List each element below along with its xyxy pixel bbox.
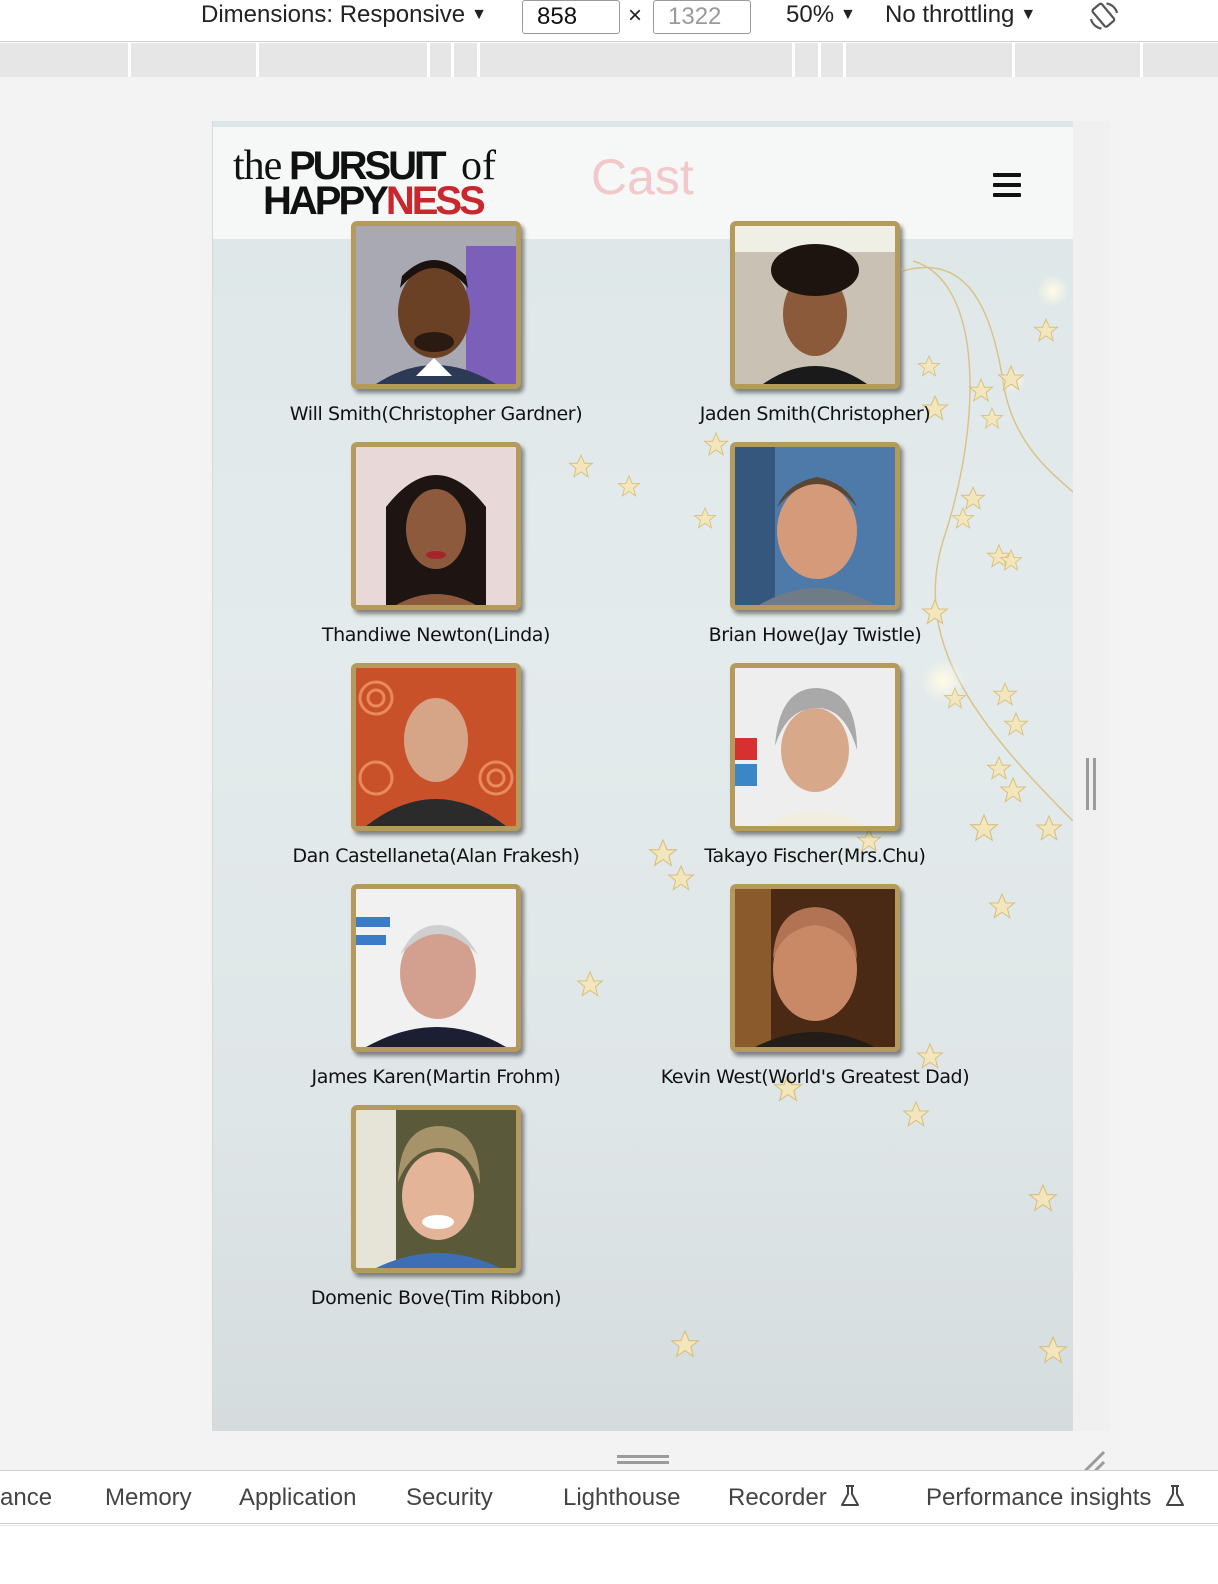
- cast-card[interactable]: Thandiwe Newton(Linda): [246, 442, 626, 646]
- cast-photo: [730, 221, 900, 389]
- tab-application[interactable]: Application: [239, 1471, 356, 1525]
- cast-photo: [351, 442, 521, 610]
- cast-name: Domenic Bove(Tim Ribbon): [310, 1287, 562, 1309]
- logo-happy: HAPPY: [263, 179, 389, 223]
- cast-photo: [351, 884, 521, 1052]
- cast-name: Kevin West(World's Greatest Dad): [660, 1066, 970, 1088]
- cast-name: James Karen(Martin Frohm): [311, 1066, 561, 1088]
- rotate-icon[interactable]: [1088, 0, 1120, 32]
- throttling-label: No throttling: [885, 1, 1015, 28]
- tab-recorder[interactable]: Recorder: [728, 1471, 861, 1525]
- cast-name: Dan Castellaneta(Alan Frakesh): [292, 845, 580, 867]
- dimensions-dropdown[interactable]: Dimensions: Responsive ▼: [201, 0, 487, 32]
- cast-photo: [351, 221, 521, 389]
- site-logo[interactable]: the PURSUIT of HAPPYNESS: [233, 143, 523, 223]
- throttling-dropdown[interactable]: No throttling ▼: [885, 0, 1036, 32]
- tab-performance[interactable]: ance: [0, 1471, 52, 1525]
- logo-happyness: HAPPYNESS: [263, 179, 486, 223]
- devtools-tabs: ance Memory Application Security Lightho…: [0, 1470, 1218, 1524]
- tab-lighthouse[interactable]: Lighthouse: [563, 1471, 680, 1525]
- cast-photo: [730, 884, 900, 1052]
- tab-security[interactable]: Security: [406, 1471, 493, 1525]
- experimental-flask-icon: [1166, 1485, 1185, 1506]
- times-sign: ×: [628, 2, 643, 29]
- bottom-resize-handle[interactable]: [617, 1455, 669, 1464]
- cast-photo: [351, 663, 521, 831]
- tab-memory[interactable]: Memory: [105, 1471, 192, 1525]
- cast-card[interactable]: Takayo Fischer(Mrs.Chu): [625, 663, 1005, 867]
- cast-name: Brian Howe(Jay Twistle): [708, 624, 922, 646]
- cast-card[interactable]: Brian Howe(Jay Twistle): [625, 442, 1005, 646]
- cast-card[interactable]: Dan Castellaneta(Alan Frakesh): [246, 663, 626, 867]
- experimental-flask-icon: [841, 1485, 860, 1506]
- right-resize-handle[interactable]: [1086, 758, 1096, 810]
- tab-recorder-label: Recorder: [728, 1484, 827, 1511]
- emulated-page: the PURSUIT of HAPPYNESS Cast Will Smith…: [212, 121, 1073, 1431]
- dimensions-label: Dimensions: Responsive: [201, 1, 466, 28]
- width-input[interactable]: 858: [522, 0, 620, 34]
- media-query-bar[interactable]: [0, 43, 1218, 77]
- tab-performance-insights-label: Performance insights: [926, 1484, 1152, 1511]
- cast-photo: [730, 442, 900, 610]
- cast-card[interactable]: Jaden Smith(Christopher): [625, 221, 1005, 425]
- cast-card[interactable]: Will Smith(Christopher Gardner): [246, 221, 626, 425]
- caret-down-icon: ▼: [1020, 6, 1037, 23]
- page-title: Cast: [591, 149, 694, 205]
- logo-ness: NESS: [385, 179, 486, 223]
- cast-name: Jaden Smith(Christopher): [699, 403, 931, 425]
- caret-down-icon: ▼: [840, 6, 856, 23]
- tab-performance-insights[interactable]: Performance insights: [926, 1471, 1186, 1525]
- height-input[interactable]: 1322: [653, 0, 751, 34]
- caret-down-icon: ▼: [471, 6, 487, 23]
- cast-card[interactable]: Kevin West(World's Greatest Dad): [625, 884, 1005, 1088]
- cast-name: Takayo Fischer(Mrs.Chu): [704, 845, 926, 867]
- device-toolbar: Dimensions: Responsive ▼ 858 × 1322 50% ▼ …: [0, 0, 1218, 42]
- cast-card[interactable]: James Karen(Martin Frohm): [246, 884, 626, 1088]
- zoom-label: 50%: [786, 1, 835, 28]
- cast-photo: [730, 663, 900, 831]
- cast-card[interactable]: Domenic Bove(Tim Ribbon): [246, 1105, 626, 1309]
- cast-name: Will Smith(Christopher Gardner): [289, 403, 583, 425]
- hamburger-menu-icon[interactable]: [993, 173, 1021, 197]
- devtools-panel-area: [0, 1525, 1218, 1584]
- cast-name: Thandiwe Newton(Linda): [321, 624, 551, 646]
- zoom-dropdown[interactable]: 50% ▼: [786, 0, 856, 32]
- cast-photo: [351, 1105, 521, 1273]
